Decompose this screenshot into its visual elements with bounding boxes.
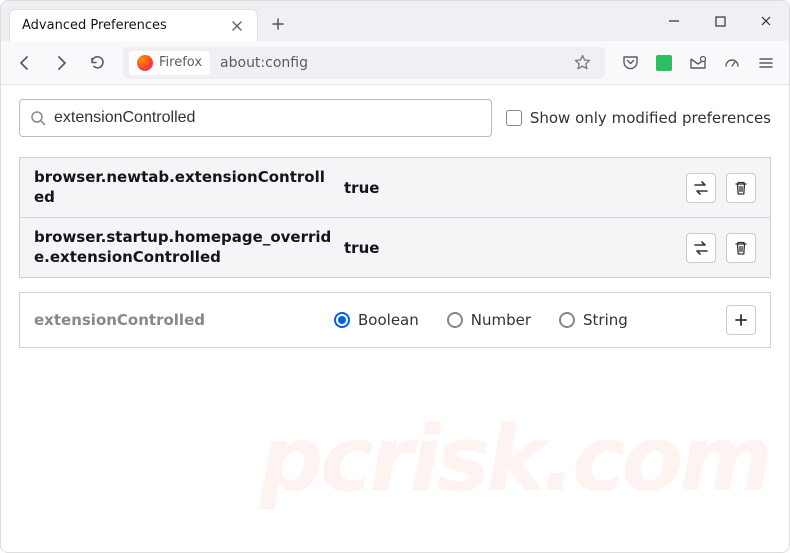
- delete-button[interactable]: [726, 233, 756, 263]
- evernote-icon[interactable]: [649, 48, 679, 78]
- search-row: Show only modified preferences: [19, 99, 771, 137]
- new-tab-button[interactable]: [264, 10, 292, 38]
- firefox-icon: [137, 55, 153, 71]
- radio-label: String: [583, 311, 628, 329]
- identity-label: Firefox: [159, 55, 202, 70]
- close-button[interactable]: [743, 1, 789, 41]
- checkbox-icon: [506, 110, 522, 126]
- urlbar[interactable]: Firefox about:config: [123, 47, 605, 79]
- show-only-modified-checkbox[interactable]: Show only modified preferences: [506, 109, 771, 127]
- reload-button[interactable]: [81, 47, 113, 79]
- radio-icon: [559, 312, 575, 328]
- radio-icon: [334, 312, 350, 328]
- search-input[interactable]: [54, 109, 481, 127]
- radio-icon: [447, 312, 463, 328]
- new-pref-name: extensionControlled: [34, 311, 324, 329]
- radio-label: Number: [471, 311, 531, 329]
- table-row: browser.newtab.extensionControlled true: [20, 158, 770, 217]
- page-content: Show only modified preferences browser.n…: [1, 85, 789, 362]
- search-icon: [30, 110, 46, 126]
- pref-name: browser.newtab.extensionControlled: [34, 168, 334, 207]
- back-button[interactable]: [9, 47, 41, 79]
- mail-icon[interactable]: [683, 48, 713, 78]
- titlebar: Advanced Preferences: [1, 1, 789, 41]
- minimize-button[interactable]: [651, 1, 697, 41]
- type-radio-group: Boolean Number String: [334, 311, 716, 329]
- delete-button[interactable]: [726, 173, 756, 203]
- add-button[interactable]: [726, 305, 756, 335]
- radio-string[interactable]: String: [559, 311, 628, 329]
- show-only-modified-label: Show only modified preferences: [530, 109, 771, 127]
- forward-button[interactable]: [45, 47, 77, 79]
- radio-label: Boolean: [358, 311, 419, 329]
- pref-value: true: [344, 179, 676, 197]
- radio-boolean[interactable]: Boolean: [334, 311, 419, 329]
- watermark: pcrisk.com: [259, 407, 769, 512]
- toolbar: Firefox about:config: [1, 41, 789, 85]
- url-text: about:config: [212, 55, 564, 71]
- browser-window: Advanced Preferences: [0, 0, 790, 553]
- radio-number[interactable]: Number: [447, 311, 531, 329]
- bookmark-star-icon[interactable]: [566, 50, 599, 75]
- pocket-icon[interactable]: [615, 48, 645, 78]
- browser-tab[interactable]: Advanced Preferences: [9, 9, 258, 41]
- pref-value: true: [344, 239, 676, 257]
- preferences-table: browser.newtab.extensionControlled true …: [19, 157, 771, 278]
- pref-name: browser.startup.homepage_override.extens…: [34, 228, 334, 267]
- window-controls: [651, 1, 789, 41]
- preference-search[interactable]: [19, 99, 492, 137]
- new-preference-row: extensionControlled Boolean Number Strin…: [19, 292, 771, 348]
- dashboard-icon[interactable]: [717, 48, 747, 78]
- tab-close-button[interactable]: [227, 18, 247, 34]
- identity-box[interactable]: Firefox: [129, 51, 210, 75]
- hamburger-menu-icon[interactable]: [751, 48, 781, 78]
- toggle-button[interactable]: [686, 173, 716, 203]
- toggle-button[interactable]: [686, 233, 716, 263]
- tab-title: Advanced Preferences: [22, 18, 167, 33]
- table-row: browser.startup.homepage_override.extens…: [20, 217, 770, 277]
- maximize-button[interactable]: [697, 1, 743, 41]
